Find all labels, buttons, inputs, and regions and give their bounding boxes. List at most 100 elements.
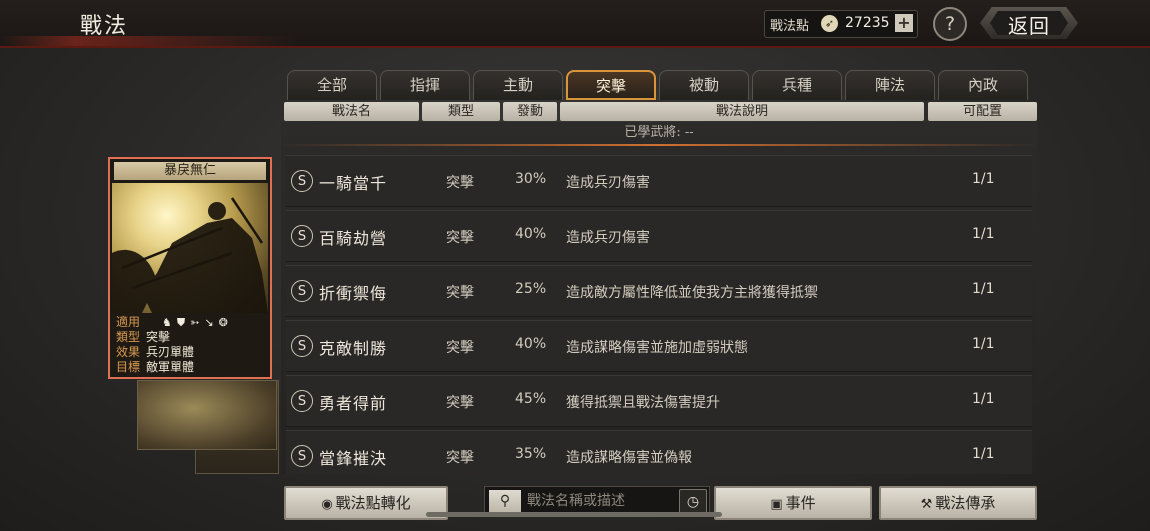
tactic-row[interactable]: S 勇者得前 突擊 45% 獲得抵禦且戰法傷害提升 1/1 [286,375,1032,427]
tactic-slots: 1/1 [972,226,995,242]
scroll-icon: ▣ [770,497,783,512]
grade-badge: S [291,225,313,247]
tactic-description: 造成兵刃傷害 [566,230,650,246]
bow-icon: ➳ [190,316,205,329]
spear-icon: ↘ [204,316,219,329]
card-info-panel: 適用 ♞⛊➳↘❂ 類型 突擊 效果 兵刃單體 目標 敵軍單體 [112,313,268,375]
grade-badge: S [291,280,313,302]
tactic-name: 百騎劫營 [319,229,388,248]
unit-icons: ♞⛊➳↘❂ [162,316,233,330]
column-header-description: 戰法說明 [560,102,924,121]
top-bar: 戰法 戰法點 ➶ 27235 + ? 返回 [0,0,1150,48]
convert-points-label: 戰法點轉化 [335,494,411,512]
search-icon[interactable]: ⚲ [489,490,521,512]
tab-command[interactable]: 指揮 [380,70,470,100]
tactic-points-value: 27235 [845,15,890,31]
tab-active[interactable]: 主動 [473,70,563,100]
tactic-slots: 1/1 [972,391,995,407]
grade-badge: S [291,390,313,412]
tactic-points-box: 戰法點 ➶ 27235 + [764,10,918,38]
tactic-row[interactable]: S 百騎劫營 突擊 40% 造成兵刃傷害 1/1 [286,210,1032,262]
events-button[interactable]: ▣ 事件 [714,486,872,520]
card-effect-label: 效果 [116,345,141,359]
hammer-icon: ⚒ [920,497,933,512]
events-label: 事件 [785,494,816,512]
tactic-type: 突擊 [446,175,474,191]
tab-assault[interactable]: 突擊 [566,70,656,100]
tactic-name: 克敵制勝 [319,339,388,358]
convert-points-button[interactable]: ◉ 戰法點轉化 [284,486,448,520]
bottom-scroll-handle[interactable] [426,512,722,517]
tactic-name: 一騎當千 [319,174,388,193]
card-stack-middle [137,380,277,450]
card-applicable-label: 適用 [116,315,141,329]
tactic-description: 造成敵方屬性降低並使我方主將獲得抵禦 [566,285,818,301]
tactic-description: 獲得抵禦且戰法傷害提升 [566,395,720,411]
inherit-tactic-button[interactable]: ⚒ 戰法傳承 [879,486,1037,520]
column-header-rate[interactable]: 發動 [503,102,557,121]
card-type-label: 類型 [116,330,141,344]
tab-passive[interactable]: 被動 [659,70,749,100]
tactic-type: 突擊 [446,340,474,356]
compass-coin-icon: ➶ [821,15,838,32]
wheel-icon: ❂ [218,316,233,329]
card-artwork [112,183,268,313]
grade-badge: S [291,170,313,192]
card-type-value: 突擊 [146,330,171,344]
tactic-rate: 40% [515,336,547,352]
tactic-card[interactable]: 暴戾無仁 適用 ♞⛊➳↘❂ 類型 突擊 效果 兵刃單體 目標 敵軍單體 [108,157,272,379]
column-header-type[interactable]: 類型 [422,102,500,121]
help-button[interactable]: ? [933,7,967,41]
tab-formation[interactable]: 陣法 [845,70,935,100]
tactic-slots: 1/1 [972,446,995,462]
learned-generals-text: 已學武將: -- [624,125,694,140]
column-header-slots[interactable]: 可配置 [928,102,1037,121]
card-target-row: 目標 敵軍單體 [116,360,194,374]
tactic-description: 造成謀略傷害並偽報 [566,450,692,466]
card-applicable-row: 適用 ♞⛊➳↘❂ [116,315,228,329]
tactic-description: 造成謀略傷害並施加虛弱狀態 [566,340,748,356]
tactic-type: 突擊 [446,230,474,246]
add-points-button[interactable]: + [895,14,913,32]
tactic-type: 突擊 [446,450,474,466]
card-effect-value: 兵刃單體 [146,345,195,359]
tactic-description: 造成兵刃傷害 [566,175,650,191]
tactic-row[interactable]: S 一騎當千 突擊 30% 造成兵刃傷害 1/1 [286,155,1032,207]
card-effect-row: 效果 兵刃單體 [116,345,194,359]
card-target-value: 敵軍單體 [146,360,195,374]
tactic-row[interactable]: S 當鋒摧決 突擊 35% 造成謀略傷害並偽報 1/1 [286,430,1032,474]
tactic-row[interactable]: S 克敵制勝 突擊 40% 造成謀略傷害並施加虛弱狀態 1/1 [286,320,1032,372]
tactic-points-label: 戰法點 [770,19,810,34]
page-title: 戰法 [80,14,129,39]
grade-badge: S [291,445,313,467]
tactic-type: 突擊 [446,285,474,301]
back-button[interactable]: 返回 [980,7,1078,39]
inherit-tactic-label: 戰法傳承 [935,494,996,512]
card-title: 暴戾無仁 [114,162,266,180]
tactic-slots: 1/1 [972,336,995,352]
grade-badge: S [291,335,313,357]
tactics-list[interactable]: 已學武將: -- S 一騎當千 突擊 30% 造成兵刃傷害 1/1 S 百騎劫營… [281,122,1037,474]
tactic-slots: 1/1 [972,281,995,297]
cavalry-charge-art [112,197,268,313]
card-type-row: 類型 突擊 [116,330,170,344]
tactic-rate: 25% [515,281,547,297]
tactic-rate: 30% [515,171,547,187]
tab-troop[interactable]: 兵種 [752,70,842,100]
tactic-type: 突擊 [446,395,474,411]
tactic-rate: 45% [515,391,547,407]
selection-glow-divider [281,144,1037,146]
tactic-row[interactable]: S 折衝禦侮 突擊 25% 造成敵方屬性降低並使我方主將獲得抵禦 1/1 [286,265,1032,317]
tab-domestic[interactable]: 內政 [938,70,1028,100]
tab-all[interactable]: 全部 [287,70,377,100]
tactic-name: 勇者得前 [319,394,388,413]
shield-icon: ⛊ [176,316,191,329]
search-input[interactable] [527,491,667,511]
card-target-label: 目標 [116,360,141,374]
tactic-slots: 1/1 [972,171,995,187]
category-tabs: 全部 指揮 主動 突擊 被動 兵種 陣法 內政 [287,70,1037,100]
tactic-rate: 40% [515,226,547,242]
tactic-name: 折衝禦侮 [319,284,388,303]
tactic-name: 當鋒摧決 [319,449,388,468]
column-header-name[interactable]: 戰法名 [284,102,419,121]
